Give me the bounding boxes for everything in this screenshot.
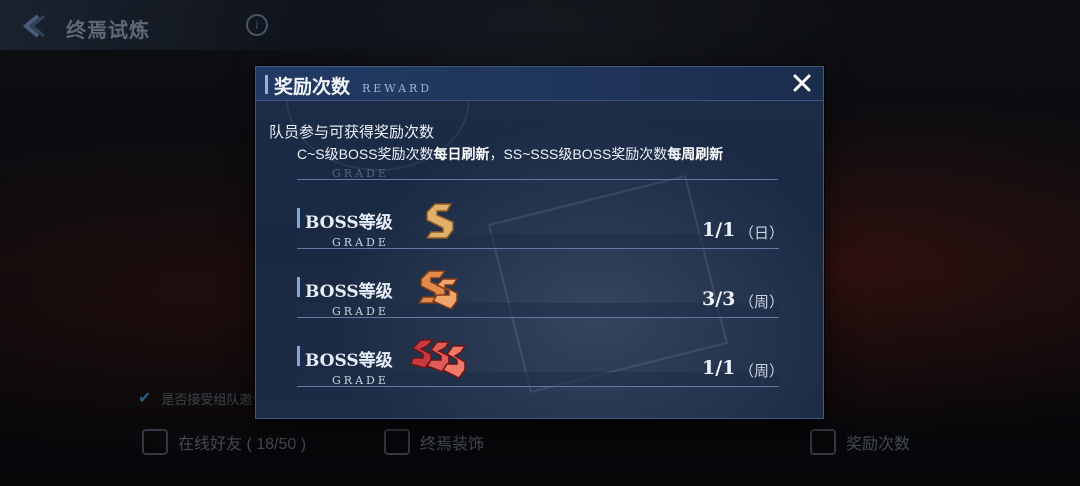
grade-caption: GRADE [332,236,389,249]
refresh-period: （周） [739,294,785,311]
reward-count: 1/1 [702,219,736,241]
refresh-note-part2: ，SS~SSS级BOSS奖励次数 [489,146,668,162]
divider [297,179,778,180]
reward-row-ss: BOSS等级 GRADE 3/3 （周） [297,267,784,323]
rank-sss-badge-icon [410,339,467,379]
row-accent-bar [297,346,300,366]
close-icon[interactable] [791,72,813,94]
reward-row-sss: BOSS等级 GRADE 1/1 （周） [297,336,784,392]
grade-caption: GRADE [332,374,389,387]
row-accent-bar [297,208,300,228]
dialog-title: 奖励次数 [274,76,351,98]
boss-grade-label: BOSS等级 [305,351,393,371]
rank-ss-badge-icon [417,270,459,310]
dialog-description: 队员参与可获得奖励次数 [269,124,435,141]
reward-count: 3/3 [702,288,736,310]
row-accent-bar [297,277,300,297]
refresh-note-weekly: 每周刷新 [667,146,724,162]
boss-grade-label: BOSS等级 [305,213,393,233]
refresh-note-part1: C~S级BOSS奖励次数 [297,146,434,162]
reward-row-s: BOSS等级 GRADE 1/1 （日） [297,198,784,254]
refresh-note: C~S级BOSS奖励次数每日刷新，SS~SSS级BOSS奖励次数每周刷新 [297,144,723,164]
dialog-header: 奖励次数 REWARD [256,67,823,101]
refresh-period: （日） [739,225,785,242]
grade-caption: GRADE [332,305,389,318]
reward-count: 1/1 [702,357,736,379]
header-accent-bar [265,75,268,94]
dialog-subtitle: REWARD [362,82,433,95]
rank-s-badge-icon [425,203,454,239]
boss-grade-label: BOSS等级 [305,282,393,302]
reward-count-dialog: 奖励次数 REWARD 队员参与可获得奖励次数 C~S级BOSS奖励次数每日刷新… [255,66,824,419]
refresh-note-daily: 每日刷新 [433,146,490,162]
refresh-period: （周） [739,363,785,380]
